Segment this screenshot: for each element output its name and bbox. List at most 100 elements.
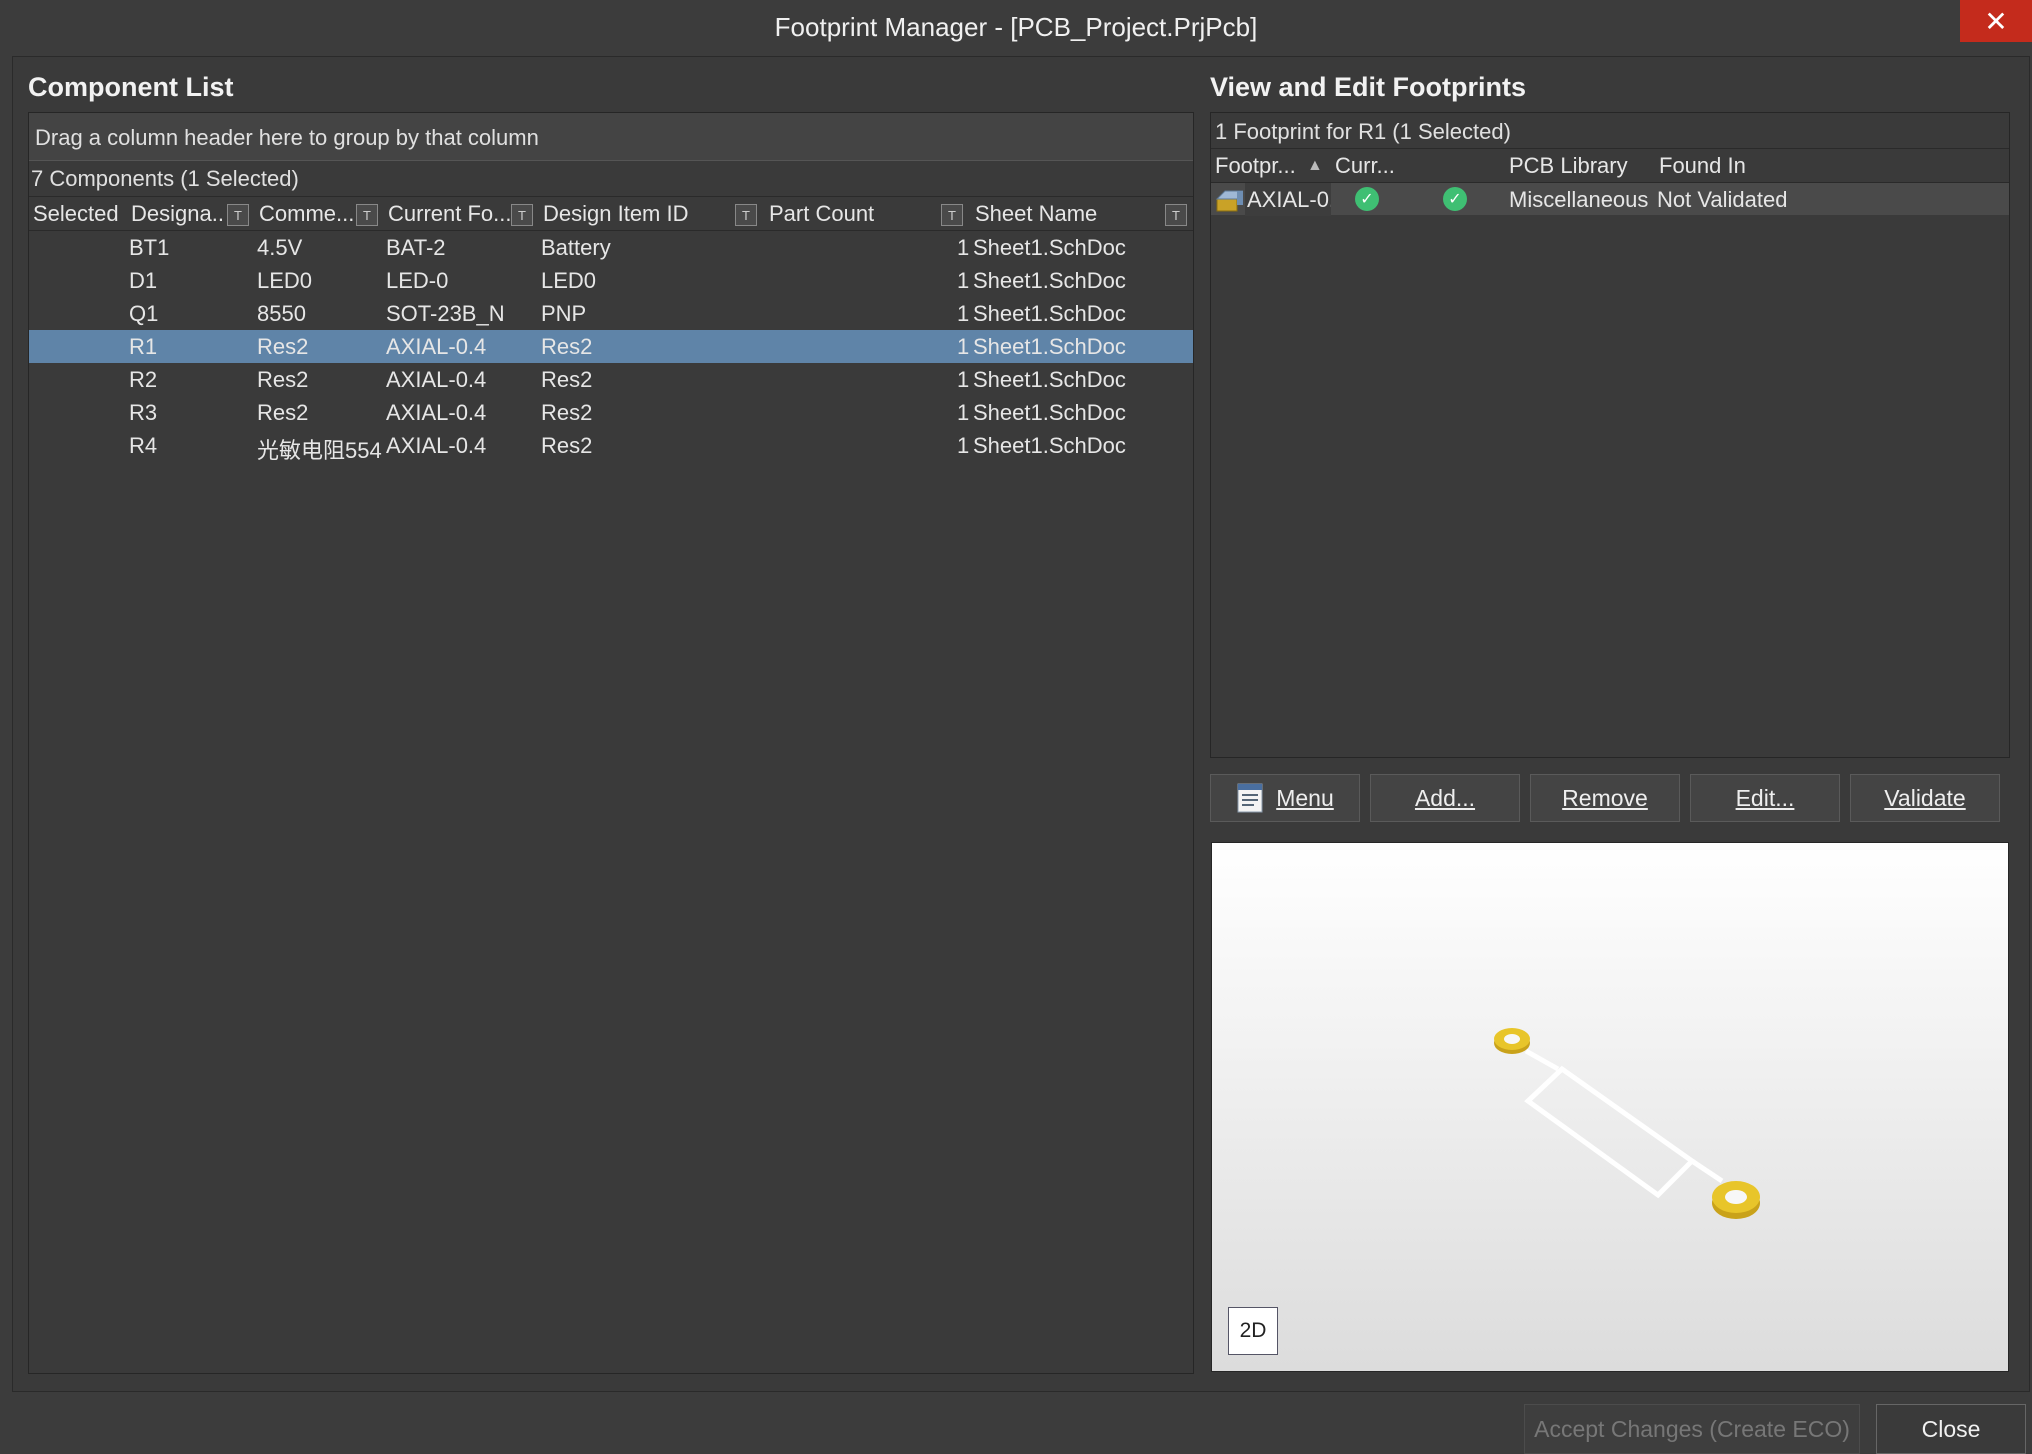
comment-cell: 光敏电阻554 <box>257 438 382 462</box>
comment-cell: Res2 <box>257 400 309 425</box>
part-count-cell: 1 <box>957 268 970 293</box>
sheet-name-cell: Sheet1.SchDoc <box>973 433 1126 458</box>
column-header-design-item-id[interactable]: Design Item ID <box>541 197 721 231</box>
designator-cell: D1 <box>129 268 158 293</box>
table-row[interactable]: R3 Res2 AXIAL-0.4 Res2 1 Sheet1.SchDoc <box>29 396 1193 429</box>
add-button-label: Add... <box>1414 784 1476 811</box>
part-count-cell: 1 <box>957 235 970 260</box>
menu-icon <box>1237 783 1263 813</box>
design-item-id-cell: Res2 <box>541 433 593 458</box>
validate-button[interactable]: Validate <box>1850 774 2000 822</box>
menu-button-label: Menu <box>1276 784 1334 811</box>
footprints-title: View and Edit Footprints <box>1210 72 1527 102</box>
sheet-name-cell: Sheet1.SchDoc <box>973 334 1126 359</box>
resistor-outline <box>1524 1048 1724 1199</box>
check-icon: ✓ <box>1355 187 1379 211</box>
footprint-grid-header: Footpr... ▲ Curr... PCB Library Found In <box>1211 149 2009 183</box>
column-header-pcb-library[interactable]: PCB Library <box>1507 149 1657 183</box>
menu-button[interactable]: Menu <box>1210 774 1360 822</box>
edit-button-label: Edit... <box>1735 784 1795 811</box>
design-item-id-cell: Res2 <box>541 334 593 359</box>
footprint-3d-preview[interactable]: 2D <box>1211 842 2009 1372</box>
part-count-cell: 1 <box>957 400 970 425</box>
column-header-sheet-name[interactable]: Sheet Name <box>973 197 1153 231</box>
design-item-id-cell: PNP <box>541 301 587 326</box>
add-button[interactable]: Add... <box>1370 774 1520 822</box>
part-count-cell: 1 <box>957 301 970 326</box>
column-header-comment[interactable]: Comme... <box>257 197 353 231</box>
column-header-designator[interactable]: Designa... <box>129 197 225 231</box>
component-count: 7 Components (1 Selected) <box>29 161 1193 197</box>
table-row[interactable]: BT1 4.5V BAT-2 Battery 1 Sheet1.SchDoc <box>29 231 1193 264</box>
designator-cell: R2 <box>129 367 158 392</box>
sheet-name-cell: Sheet1.SchDoc <box>973 235 1126 260</box>
title-bar: Footprint Manager - [PCB_Project.PrjPcb]… <box>0 0 2032 54</box>
current-footprint-cell: AXIAL-0.4 <box>386 400 487 425</box>
sort-ascending-icon: ▲ <box>1307 157 1323 174</box>
table-row[interactable]: D1 LED0 LED-0 LED0 1 Sheet1.SchDoc <box>29 264 1193 297</box>
table-row[interactable]: Q1 8550 SOT-23B_N PNP 1 Sheet1.SchDoc <box>29 297 1193 330</box>
pcb-library-value: Miscellaneous I <box>1509 187 1655 212</box>
design-item-id-cell: Res2 <box>541 367 593 392</box>
current-footprint-cell: SOT-23B_N <box>386 301 505 326</box>
validate-button-label: Validate <box>1884 784 1966 811</box>
footprint-grid: 1 Footprint for R1 (1 Selected) Footpr..… <box>1210 112 2010 758</box>
comment-cell: LED0 <box>257 268 313 293</box>
design-item-id-cell: Res2 <box>541 400 593 425</box>
column-header-current[interactable]: Curr... <box>1333 149 1413 183</box>
footprint-name: AXIAL-0.4 <box>1245 183 1331 216</box>
filter-icon[interactable]: T <box>511 204 533 226</box>
grid-header: Selected Designa... T Comme... T Current… <box>29 197 1193 231</box>
part-count-cell: 1 <box>957 334 970 359</box>
column-header-selected[interactable]: Selected <box>31 197 127 231</box>
design-item-id-cell: LED0 <box>541 268 597 293</box>
remove-button[interactable]: Remove <box>1530 774 1680 822</box>
filter-icon[interactable]: T <box>941 204 963 226</box>
current-footprint-cell: BAT-2 <box>386 235 446 260</box>
edit-button[interactable]: Edit... <box>1690 774 1840 822</box>
filter-icon[interactable]: T <box>735 204 757 226</box>
remove-button-label: Remove <box>1562 784 1648 811</box>
designator-cell: R4 <box>129 433 158 458</box>
comment-cell: Res2 <box>257 367 309 392</box>
accept-changes-button[interactable]: Accept Changes (Create ECO) <box>1524 1404 1860 1454</box>
column-header-footprint[interactable]: Footpr... <box>1213 149 1303 183</box>
designator-cell: R3 <box>129 400 158 425</box>
part-count-cell: 1 <box>957 367 970 392</box>
pcb-library-icon <box>1215 190 1243 212</box>
component-grid: Drag a column header here to group by th… <box>28 112 1194 1374</box>
sheet-name-cell: Sheet1.SchDoc <box>973 367 1126 392</box>
footprint-count: 1 Footprint for R1 (1 Selected) <box>1211 113 2009 149</box>
comment-cell: Res2 <box>257 334 309 359</box>
pad-icon <box>1494 1028 1530 1054</box>
table-row[interactable]: R1 Res2 AXIAL-0.4 Res2 1 Sheet1.SchDoc <box>29 330 1193 363</box>
sheet-name-cell: Sheet1.SchDoc <box>973 400 1126 425</box>
window-close-button[interactable]: ✕ <box>1960 0 2032 42</box>
filter-icon[interactable]: T <box>227 204 249 226</box>
found-in-value: Not Validated <box>1657 187 1788 212</box>
grid-body: BT1 4.5V BAT-2 Battery 1 Sheet1.SchDoc D1 LED0 L… <box>29 231 1193 462</box>
column-header-part-count[interactable]: Part Count <box>767 197 917 231</box>
comment-cell: 4.5V <box>257 235 303 260</box>
designator-cell: Q1 <box>129 301 159 326</box>
current-footprint-cell: LED-0 <box>386 268 449 293</box>
designator-cell: R1 <box>129 334 158 359</box>
column-header-found-in[interactable]: Found In <box>1657 149 1807 183</box>
sheet-name-cell: Sheet1.SchDoc <box>973 268 1126 293</box>
check-icon: ✓ <box>1443 187 1467 211</box>
pad-icon <box>1712 1181 1760 1219</box>
view-2d-button[interactable]: 2D <box>1228 1307 1278 1355</box>
group-by-area[interactable]: Drag a column header here to group by th… <box>29 113 1193 161</box>
current-footprint-cell: AXIAL-0.4 <box>386 433 487 458</box>
footprint-row[interactable]: AXIAL-0.4 ✓ ✓ Miscellaneous I Not Valida… <box>1211 183 2009 216</box>
table-row[interactable]: R2 Res2 AXIAL-0.4 Res2 1 Sheet1.SchDoc <box>29 363 1193 396</box>
filter-icon[interactable]: T <box>1165 204 1187 226</box>
close-button[interactable]: Close <box>1876 1404 2026 1454</box>
part-count-cell: 1 <box>957 433 970 458</box>
filter-icon[interactable]: T <box>356 204 378 226</box>
design-item-id-cell: Battery <box>541 235 611 260</box>
current-footprint-cell: AXIAL-0.4 <box>386 334 487 359</box>
table-row[interactable]: R4 光敏电阻554 AXIAL-0.4 Res2 1 Sheet1.SchDoc <box>29 429 1193 462</box>
designator-cell: BT1 <box>129 235 170 260</box>
window-title: Footprint Manager - [PCB_Project.PrjPcb] <box>774 11 1258 42</box>
